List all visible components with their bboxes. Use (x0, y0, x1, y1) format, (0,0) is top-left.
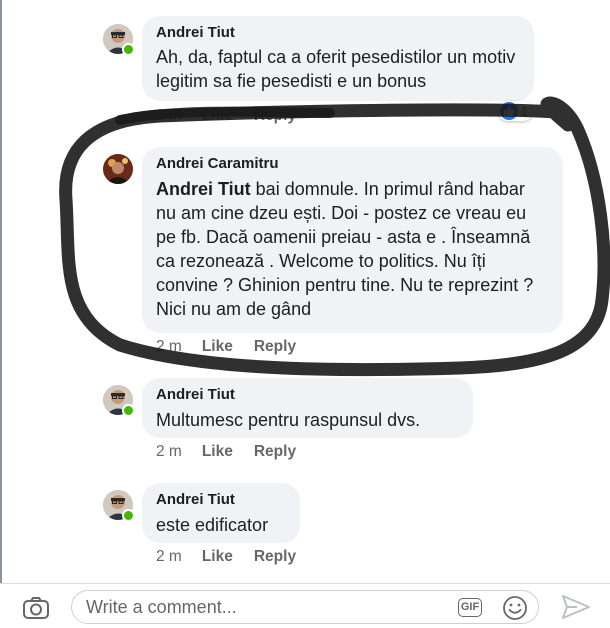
camera-icon[interactable] (22, 596, 50, 625)
gif-icon[interactable]: GIF (458, 598, 482, 617)
avatar-photo (103, 154, 133, 184)
comment-composer: Write a comment... GIF (0, 583, 610, 628)
comment-text: Multumesc pentru raspunsul dvs. (156, 410, 421, 430)
comment-bubble: Andrei Tiut Ah, da, faptul ca a oferit p… (142, 16, 534, 101)
comment-text: este edificator (156, 515, 269, 535)
comment-actions: 2 m Like Reply (156, 338, 296, 356)
comment-actions: 2 m Like Reply (156, 443, 296, 461)
mention-link[interactable]: Andrei Tiut (156, 179, 251, 199)
avatar[interactable] (103, 154, 133, 184)
comment-actions: 2 m Like Reply (156, 548, 296, 566)
online-indicator (122, 404, 135, 417)
comment-time[interactable]: 2 m (156, 338, 182, 356)
reply-button[interactable]: Reply (254, 338, 296, 356)
reaction-badge[interactable]: 1 (498, 101, 534, 121)
reply-button[interactable]: Reply (254, 443, 296, 461)
comment-author[interactable]: Andrei Tiut (156, 24, 520, 42)
comment-actions: 3 m Like Reply (156, 107, 296, 125)
comment-bubble: Andrei Tiut este edificator (142, 483, 300, 543)
comment-input-placeholder: Write a comment... (86, 597, 237, 617)
comment-time[interactable]: 2 m (156, 548, 182, 566)
avatar[interactable] (103, 490, 135, 522)
reaction-count: 1 (521, 103, 529, 119)
comment-author[interactable]: Andrei Caramitru (156, 155, 549, 173)
thumbs-up-icon (500, 102, 518, 120)
comment-text: Andrei Tiut bai domnule. In primul rând … (156, 177, 549, 321)
comment-time[interactable]: 2 m (156, 443, 182, 461)
like-button[interactable]: Like (202, 107, 233, 125)
send-icon[interactable] (561, 594, 591, 625)
comment-time[interactable]: 3 m (156, 107, 182, 125)
comment-author[interactable]: Andrei Tiut (156, 386, 459, 404)
reply-button[interactable]: Reply (254, 548, 296, 566)
like-button[interactable]: Like (202, 443, 233, 461)
comment-text: Ah, da, faptul ca a oferit pesedistilor … (156, 47, 516, 91)
avatar[interactable] (103, 24, 135, 56)
like-button[interactable]: Like (202, 548, 233, 566)
comment-text-body: bai domnule. In primul rând habar nu am … (156, 179, 534, 319)
online-indicator (122, 509, 135, 522)
reply-button[interactable]: Reply (254, 107, 296, 125)
emoji-icon[interactable] (502, 595, 528, 626)
comment-bubble: Andrei Tiut Multumesc pentru raspunsul d… (142, 378, 473, 438)
comment-input[interactable]: Write a comment... GIF (71, 590, 539, 624)
left-border (0, 0, 2, 590)
comment-author[interactable]: Andrei Tiut (156, 491, 286, 509)
avatar[interactable] (103, 385, 135, 417)
comment-bubble: Andrei Caramitru Andrei Tiut bai domnule… (142, 147, 563, 333)
like-button[interactable]: Like (202, 338, 233, 356)
online-indicator (122, 43, 135, 56)
